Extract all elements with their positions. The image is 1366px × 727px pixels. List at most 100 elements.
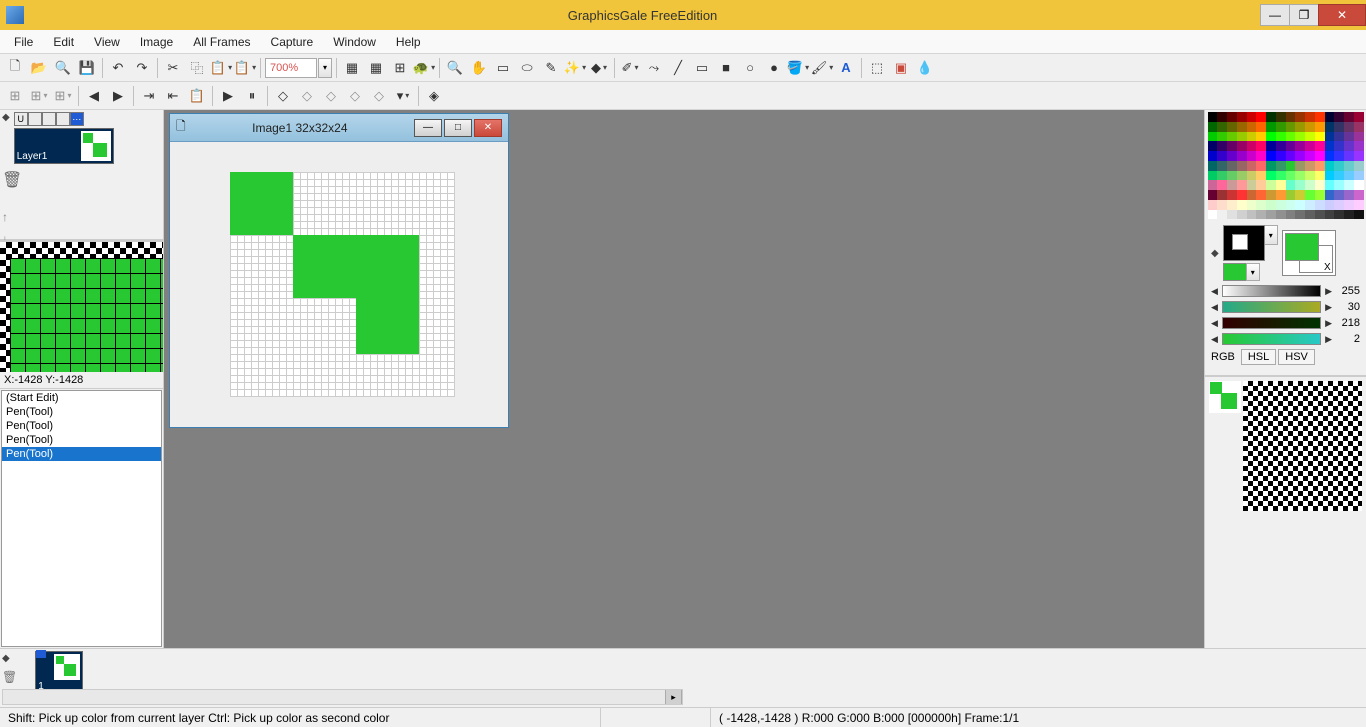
menu-view[interactable]: View	[86, 32, 128, 52]
palette-swatch[interactable]	[1354, 141, 1364, 151]
palette-swatch[interactable]	[1276, 151, 1286, 161]
palette-swatch[interactable]	[1295, 132, 1305, 142]
palette-swatch[interactable]	[1334, 112, 1344, 122]
palette-swatch[interactable]	[1276, 141, 1286, 151]
palette-swatch[interactable]	[1305, 210, 1315, 220]
next-frame-icon[interactable]: ▶	[107, 85, 129, 107]
palette-swatch[interactable]	[1276, 190, 1286, 200]
slider-right-arrow[interactable]: ▶	[1325, 286, 1332, 297]
palette-swatch[interactable]	[1286, 171, 1296, 181]
palette-swatch[interactable]	[1237, 161, 1247, 171]
palette-swatch[interactable]	[1295, 190, 1305, 200]
palette-swatch[interactable]	[1334, 151, 1344, 161]
palette-swatch[interactable]	[1266, 200, 1276, 210]
diamond-tool-icon[interactable]: ◈	[423, 85, 445, 107]
palette-swatch[interactable]	[1325, 141, 1335, 151]
palette-swatch[interactable]	[1354, 190, 1364, 200]
frame-add-icon[interactable]: ⊞	[28, 85, 50, 107]
palette-swatch[interactable]	[1315, 171, 1325, 181]
close-button[interactable]: ✕	[1318, 4, 1366, 26]
history-item[interactable]: Pen(Tool)	[2, 433, 161, 447]
palette-swatch[interactable]	[1208, 190, 1218, 200]
palette-swatch[interactable]	[1266, 171, 1276, 181]
palette-swatch[interactable]	[1266, 190, 1276, 200]
palette-swatch[interactable]	[1237, 151, 1247, 161]
menu-help[interactable]: Help	[388, 32, 429, 52]
palette-swatch[interactable]	[1286, 190, 1296, 200]
lightness-slider[interactable]: ◀ ▶ 255	[1211, 285, 1360, 297]
palette-swatch[interactable]	[1256, 122, 1266, 132]
new-file-icon[interactable]: 🗋	[4, 57, 26, 79]
palette-swatch[interactable]	[1354, 122, 1364, 132]
palette-swatch[interactable]	[1295, 200, 1305, 210]
frame-thumbnail[interactable]: 1	[35, 651, 83, 693]
palette-swatch[interactable]	[1217, 112, 1227, 122]
palette-swatch[interactable]	[1325, 161, 1335, 171]
menu-file[interactable]: File	[6, 32, 41, 52]
palette-swatch[interactable]	[1305, 112, 1315, 122]
transparency-icon[interactable]: ▣	[890, 57, 912, 79]
undo-icon[interactable]: ↶	[107, 57, 129, 79]
flood-fill-icon[interactable]: 🪣	[787, 57, 809, 79]
palette-swatch[interactable]	[1315, 161, 1325, 171]
palette-swatch[interactable]	[1256, 200, 1266, 210]
frame-tool-icon[interactable]: ⊞	[4, 85, 26, 107]
flip-h-icon[interactable]: ◇	[320, 85, 342, 107]
palette-swatch[interactable]	[1266, 151, 1276, 161]
swatch-dropdown[interactable]: ▾	[1264, 225, 1278, 245]
palette-swatch[interactable]	[1256, 161, 1266, 171]
magnifier-tool-icon[interactable]: 🔍	[444, 57, 466, 79]
rotate-icon[interactable]: ◇	[296, 85, 318, 107]
palette-swatch[interactable]	[1334, 132, 1344, 142]
palette-swatch[interactable]	[1237, 112, 1247, 122]
palette-swatch[interactable]	[1315, 122, 1325, 132]
palette-swatch[interactable]	[1266, 161, 1276, 171]
swatch-dropdown[interactable]: ▾	[1246, 263, 1260, 281]
color-slider-3[interactable]: ◀ ▶ 2	[1211, 333, 1360, 345]
prev-frame-icon[interactable]: ◀	[83, 85, 105, 107]
rotate-drop-icon[interactable]: ▾	[392, 85, 414, 107]
horizontal-scrollbar[interactable]: ▸	[2, 689, 683, 705]
palette-swatch[interactable]	[1305, 171, 1315, 181]
slider-right-arrow[interactable]: ▶	[1325, 302, 1332, 313]
palette-swatch[interactable]	[1325, 200, 1335, 210]
history-item[interactable]: (Start Edit)	[2, 391, 161, 405]
palette-swatch[interactable]	[1276, 122, 1286, 132]
palette-swatch[interactable]	[1305, 122, 1315, 132]
layer-more-icon[interactable]: ⋯	[70, 112, 84, 126]
grid-settings-icon[interactable]: ▦	[365, 57, 387, 79]
palette-swatch[interactable]	[1256, 112, 1266, 122]
doc-minimize-button[interactable]: —	[414, 119, 442, 137]
color-select-icon[interactable]: ◆	[588, 57, 610, 79]
palette-swatch[interactable]	[1315, 190, 1325, 200]
palette-swatch[interactable]	[1325, 180, 1335, 190]
palette-swatch[interactable]	[1208, 122, 1218, 132]
palette-swatch[interactable]	[1315, 151, 1325, 161]
palette-swatch[interactable]	[1208, 180, 1218, 190]
palette-swatch[interactable]	[1354, 112, 1364, 122]
oval-tool-icon[interactable]: ○	[739, 57, 761, 79]
palette-swatch[interactable]	[1325, 190, 1335, 200]
palette-swatch[interactable]	[1315, 180, 1325, 190]
palette-swatch[interactable]	[1217, 180, 1227, 190]
color-slider-2[interactable]: ◀ ▶ 218	[1211, 317, 1360, 329]
menu-all-frames[interactable]: All Frames	[185, 32, 258, 52]
palette-swatch[interactable]	[1276, 161, 1286, 171]
palette-swatch[interactable]	[1208, 132, 1218, 142]
collapse-arrow-icon[interactable]: ◆	[1211, 248, 1219, 259]
palette-swatch[interactable]	[1344, 132, 1354, 142]
palette-swatch[interactable]	[1305, 161, 1315, 171]
palette-swatch[interactable]	[1208, 151, 1218, 161]
palette-swatch[interactable]	[1286, 132, 1296, 142]
palette-swatch[interactable]	[1266, 141, 1276, 151]
palette-swatch[interactable]	[1305, 141, 1315, 151]
palette-swatch[interactable]	[1354, 151, 1364, 161]
filled-oval-icon[interactable]: ●	[763, 57, 785, 79]
save-icon[interactable]: 💾	[76, 57, 98, 79]
palette-swatch[interactable]	[1256, 180, 1266, 190]
palette-swatch[interactable]	[1354, 161, 1364, 171]
clipboard-icon[interactable]: 📋	[186, 85, 208, 107]
palette-swatch[interactable]	[1256, 171, 1266, 181]
palette-swatch[interactable]	[1315, 112, 1325, 122]
zoom-level-input[interactable]: 700%	[265, 58, 317, 78]
